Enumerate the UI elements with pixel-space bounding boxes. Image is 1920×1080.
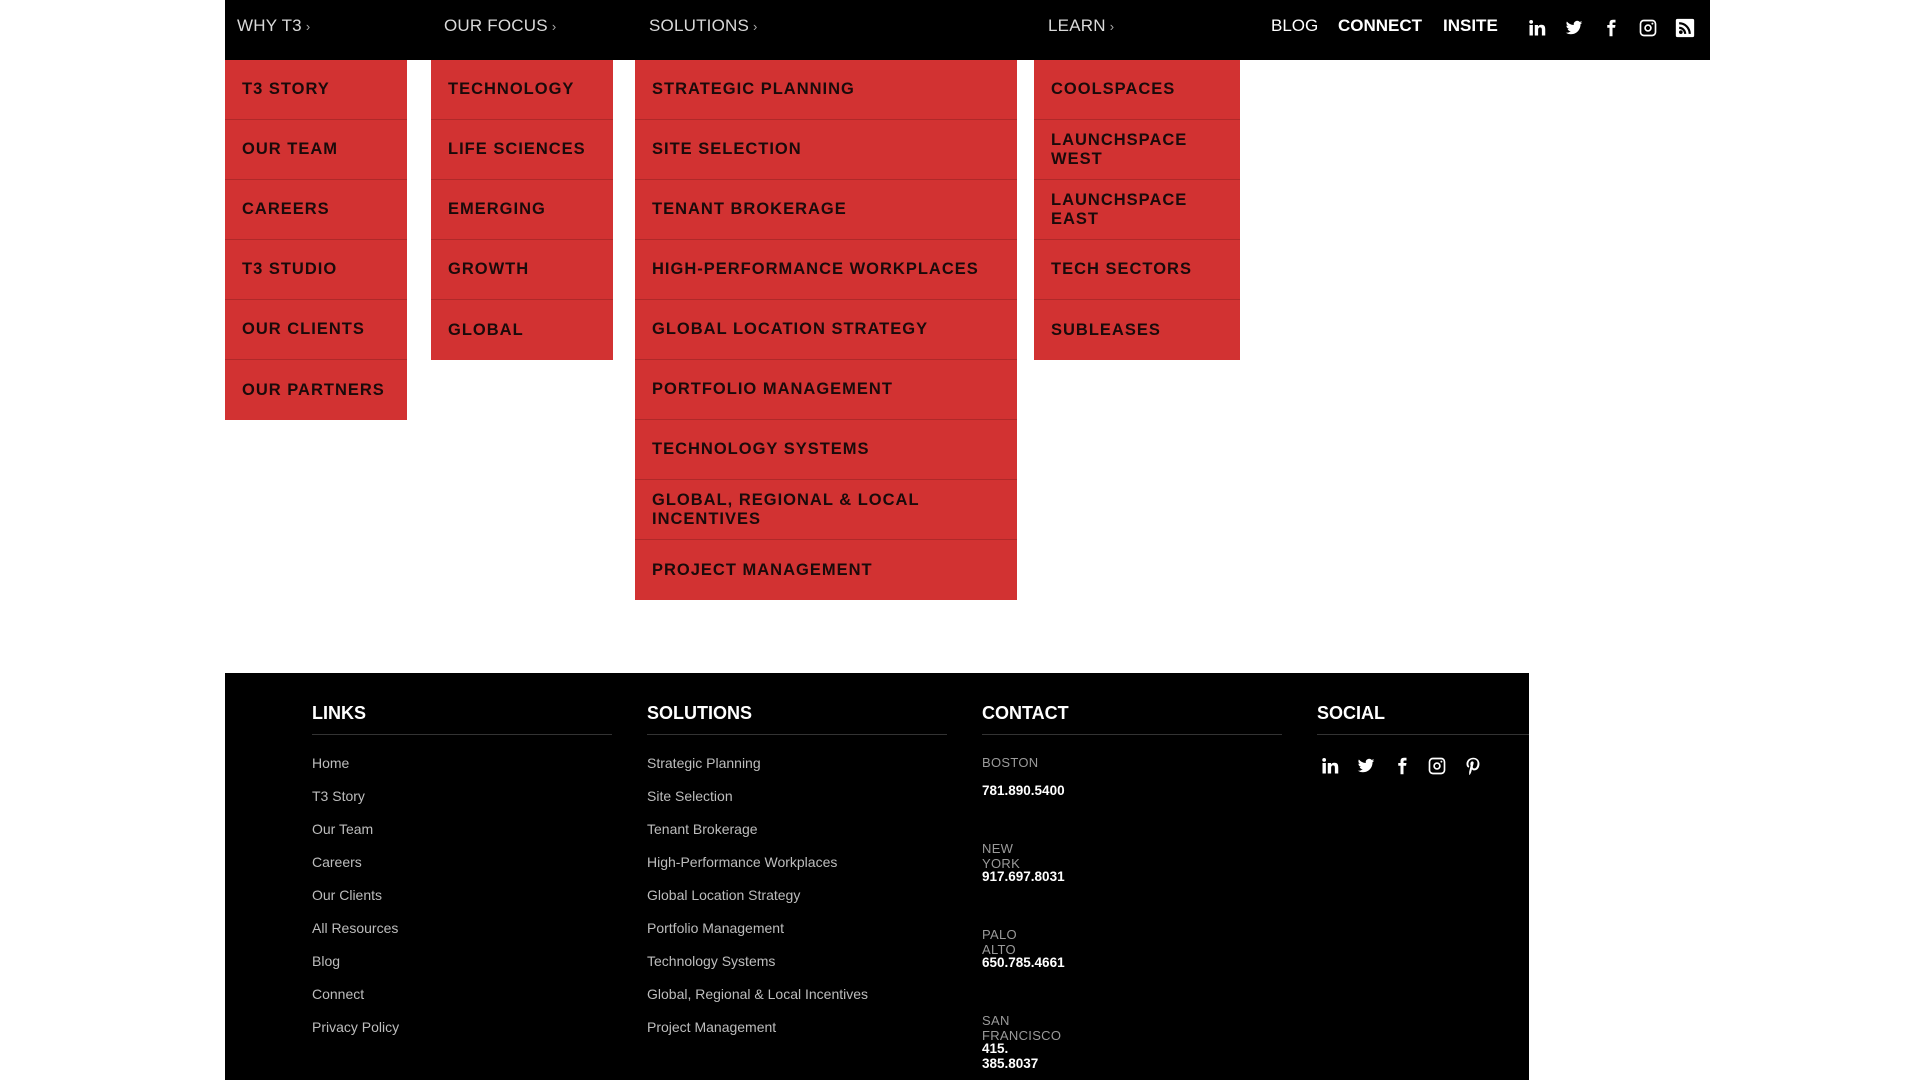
- menu-item-project-management[interactable]: PROJECT MANAGEMENT: [635, 540, 1017, 600]
- dropdown-why-t3: T3 STORY OUR TEAM CAREERS T3 STUDIO OUR …: [225, 60, 407, 420]
- footer-solutions-list: Strategic Planning Site Selection Tenant…: [647, 755, 868, 1052]
- office-city-new-york: NEW YORK: [982, 841, 1021, 871]
- footer-links-list: Home T3 Story Our Team Careers Our Clien…: [312, 755, 399, 1052]
- menu-item-launchspace-east[interactable]: LAUNCHSPACE EAST: [1034, 180, 1240, 240]
- menu-item-careers[interactable]: CAREERS: [225, 180, 407, 240]
- footer-link-home[interactable]: Home: [312, 755, 399, 788]
- menu-item-our-team[interactable]: OUR TEAM: [225, 120, 407, 180]
- divider: [647, 734, 947, 735]
- menu-item-launchspace-west[interactable]: LAUNCHSPACE WEST: [1034, 120, 1240, 180]
- footer-link-t3-story[interactable]: T3 Story: [312, 788, 399, 821]
- instagram-icon[interactable]: [1424, 753, 1450, 779]
- menu-item-strategic-planning[interactable]: STRATEGIC PLANNING: [635, 60, 1017, 120]
- chevron-right-icon: ›: [753, 19, 758, 34]
- chevron-right-icon: ›: [1109, 19, 1115, 34]
- dropdown-our-focus: TECHNOLOGY LIFE SCIENCES EMERGING GROWTH…: [431, 60, 613, 360]
- footer-link-our-clients[interactable]: Our Clients: [312, 887, 399, 920]
- linkedin-icon[interactable]: [1525, 16, 1549, 40]
- office-city-boston: BOSTON: [982, 755, 1039, 770]
- footer-link-incentives[interactable]: Global, Regional & Local Incentives: [647, 986, 868, 1019]
- nav-solutions[interactable]: SOLUTIONS ›: [649, 16, 758, 36]
- footer-contact-heading: CONTACT: [982, 703, 1069, 723]
- office-city-san-francisco: SAN FRANCISCO: [982, 1013, 1062, 1043]
- footer-link-tenant-brokerage[interactable]: Tenant Brokerage: [647, 821, 868, 854]
- footer-link-technology-systems[interactable]: Technology Systems: [647, 953, 868, 986]
- nav-our-focus[interactable]: OUR FOCUS ›: [444, 16, 556, 36]
- menu-item-our-partners[interactable]: OUR PARTNERS: [225, 360, 407, 420]
- pinterest-icon[interactable]: [1460, 753, 1486, 779]
- footer-link-strategic-planning[interactable]: Strategic Planning: [647, 755, 868, 788]
- chevron-right-icon: ›: [551, 19, 557, 34]
- nav-label: LEARN: [1048, 16, 1106, 35]
- twitter-icon[interactable]: [1353, 753, 1379, 779]
- menu-item-technology[interactable]: TECHNOLOGY: [431, 60, 613, 120]
- menu-item-site-selection[interactable]: SITE SELECTION: [635, 120, 1017, 180]
- menu-item-subleases[interactable]: SUBLEASES: [1034, 300, 1240, 360]
- rss-icon[interactable]: [1673, 16, 1697, 40]
- dropdown-learn: COOLSPACES LAUNCHSPACE WEST LAUNCHSPACE …: [1034, 60, 1240, 360]
- nav-label: WHY T3: [237, 16, 302, 35]
- footer-link-our-team[interactable]: Our Team: [312, 821, 399, 854]
- nav-why-t3[interactable]: WHY T3 ›: [237, 16, 310, 36]
- footer-link-privacy-policy[interactable]: Privacy Policy: [312, 1019, 399, 1052]
- footer-link-all-resources[interactable]: All Resources: [312, 920, 399, 953]
- footer-link-careers[interactable]: Careers: [312, 854, 399, 887]
- nav-insite[interactable]: INSITE: [1443, 16, 1498, 36]
- office-phone-new-york[interactable]: 917.697.8031: [982, 869, 1065, 884]
- menu-item-technology-systems[interactable]: TECHNOLOGY SYSTEMS: [635, 420, 1017, 480]
- office-city-palo-alto: PALO ALTO: [982, 927, 1017, 957]
- footer-link-project-management[interactable]: Project Management: [647, 1019, 868, 1052]
- footer-solutions-heading: SOLUTIONS: [647, 703, 753, 723]
- dropdown-solutions: STRATEGIC PLANNING SITE SELECTION TENANT…: [635, 60, 1017, 600]
- menu-item-emerging[interactable]: EMERGING: [431, 180, 613, 240]
- nav-learn[interactable]: LEARN ›: [1048, 16, 1114, 36]
- nav-label: SOLUTIONS: [649, 16, 750, 35]
- menu-item-life-sciences[interactable]: LIFE SCIENCES: [431, 120, 613, 180]
- footer-links-heading: LINKS: [312, 703, 366, 723]
- footer-link-blog[interactable]: Blog: [312, 953, 399, 986]
- nav-connect[interactable]: CONNECT: [1338, 16, 1422, 36]
- menu-item-global-location-strategy[interactable]: GLOBAL LOCATION STRATEGY: [635, 300, 1017, 360]
- menu-item-t3-studio[interactable]: T3 STUDIO: [225, 240, 407, 300]
- menu-item-tech-sectors[interactable]: TECH SECTORS: [1034, 240, 1240, 300]
- office-phone-boston[interactable]: 781.890.5400: [982, 783, 1065, 798]
- menu-item-incentives[interactable]: GLOBAL, REGIONAL & LOCAL INCENTIVES: [635, 480, 1017, 540]
- linkedin-icon[interactable]: [1317, 753, 1343, 779]
- footer-social-heading: SOCIAL: [1317, 703, 1386, 723]
- menu-item-our-clients[interactable]: OUR CLIENTS: [225, 300, 407, 360]
- menu-item-portfolio-management[interactable]: PORTFOLIO MANAGEMENT: [635, 360, 1017, 420]
- footer-link-high-performance-workplaces[interactable]: High-Performance Workplaces: [647, 854, 868, 887]
- menu-item-t3-story[interactable]: T3 STORY: [225, 60, 407, 120]
- instagram-icon[interactable]: [1636, 16, 1660, 40]
- divider: [982, 734, 1282, 735]
- facebook-icon[interactable]: [1599, 16, 1623, 40]
- chevron-right-icon: ›: [305, 19, 311, 34]
- top-navigation-bar: WHY T3 › OUR FOCUS › SOLUTIONS › LEARN › BLO…: [225, 0, 1710, 60]
- twitter-icon[interactable]: [1562, 16, 1586, 40]
- menu-item-high-performance-workplaces[interactable]: HIGH-PERFORMANCE WORKPLACES: [635, 240, 1017, 300]
- nav-blog[interactable]: BLOG: [1271, 16, 1318, 36]
- footer-link-global-location-strategy[interactable]: Global Location Strategy: [647, 887, 868, 920]
- menu-item-coolspaces[interactable]: COOLSPACES: [1034, 60, 1240, 120]
- nav-label: OUR FOCUS: [444, 16, 548, 35]
- menu-item-growth[interactable]: GROWTH: [431, 240, 613, 300]
- menu-item-global[interactable]: GLOBAL: [431, 300, 613, 360]
- site-footer: LINKS Home T3 Story Our Team Careers Our…: [225, 673, 1529, 1080]
- divider: [312, 734, 612, 735]
- office-phone-palo-alto[interactable]: 650.785.4661: [982, 955, 1065, 970]
- office-phone-san-francisco[interactable]: 415. 385.8037: [982, 1041, 1038, 1071]
- footer-link-connect[interactable]: Connect: [312, 986, 399, 1019]
- divider: [1317, 734, 1529, 735]
- menu-item-tenant-brokerage[interactable]: TENANT BROKERAGE: [635, 180, 1017, 240]
- footer-link-portfolio-management[interactable]: Portfolio Management: [647, 920, 868, 953]
- facebook-icon[interactable]: [1389, 753, 1415, 779]
- footer-link-site-selection[interactable]: Site Selection: [647, 788, 868, 821]
